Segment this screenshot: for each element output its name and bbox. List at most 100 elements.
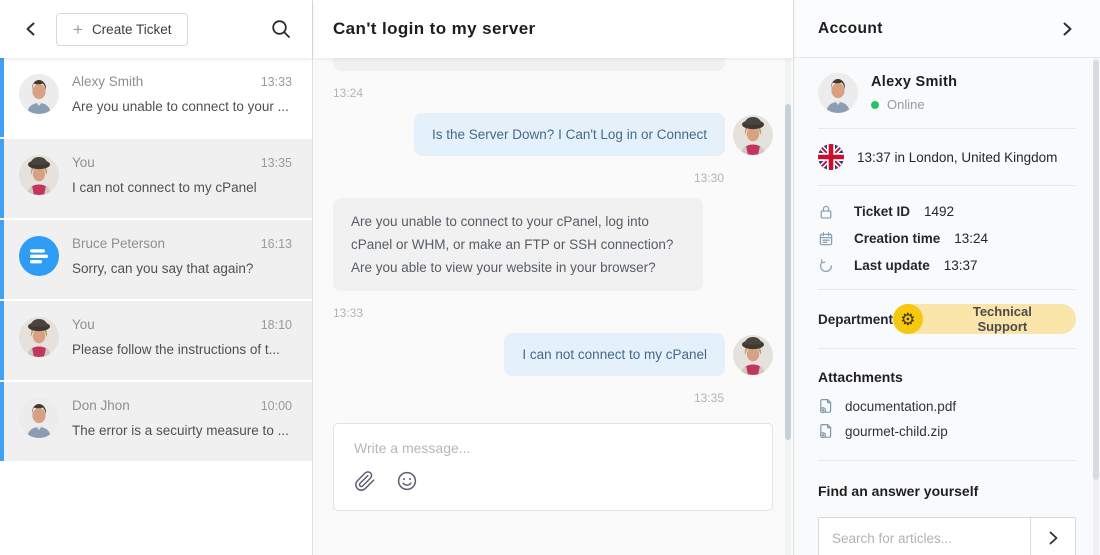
ticket-item[interactable]: You 13:35 I can not connect to my cPanel xyxy=(0,139,312,218)
avatar-woman xyxy=(733,335,773,375)
message-row: I can not connect to my cPanel xyxy=(333,333,773,376)
department-value: Technical Support xyxy=(947,304,1058,334)
article-search-box xyxy=(818,517,1076,555)
ticket-item[interactable]: You 18:10 Please follow the instructions … xyxy=(0,301,312,380)
chat-scrollbar xyxy=(785,58,791,555)
avatar-man xyxy=(818,73,858,113)
message-time: 13:33 xyxy=(333,306,773,320)
department-label: Department xyxy=(818,312,893,327)
ticket-time: 13:35 xyxy=(261,156,292,170)
message-input[interactable] xyxy=(354,440,752,456)
last-update-row: Last update 13:37 xyxy=(818,252,1076,279)
message-time: 13:24 xyxy=(333,86,773,100)
creation-time-row: Creation time 13:24 xyxy=(818,225,1076,252)
ticket-preview: Sorry, can you say that again? xyxy=(72,261,292,276)
search-button[interactable] xyxy=(270,18,292,40)
account-scrollbar xyxy=(1093,58,1099,555)
avatar-woman xyxy=(19,155,59,195)
chevron-left-icon xyxy=(22,20,40,38)
chat-lines-avatar xyxy=(19,236,59,276)
ticket-item[interactable]: Don Jhon 10:00 The error is a secuirty me… xyxy=(0,382,312,461)
uk-flag-icon xyxy=(818,144,844,170)
chat-title: Can't login to my server xyxy=(333,19,536,39)
attachment-item[interactable]: documentation.pdf xyxy=(818,398,1076,414)
account-header: Account xyxy=(794,0,1100,58)
ticket-list: Alexy Smith 13:33 Are you unable to conne… xyxy=(0,58,312,555)
ticket-list-panel: + Create Ticket Alexy Smith 13:33 Are you… xyxy=(0,0,313,555)
ticket-preview: I can not connect to my cPanel xyxy=(72,180,292,195)
ticket-list-header: + Create Ticket xyxy=(0,0,312,58)
scrolled-message-bubble xyxy=(333,58,725,71)
emoji-button[interactable] xyxy=(396,470,418,492)
file-download-icon xyxy=(818,423,834,439)
ticket-time: 13:33 xyxy=(261,75,292,89)
message-time: 13:35 xyxy=(333,391,724,405)
plus-icon: + xyxy=(73,21,83,38)
chevron-right-icon xyxy=(1044,529,1062,547)
customer-name: Alexy Smith xyxy=(871,74,957,90)
avatar-woman xyxy=(19,317,59,357)
ticket-preview: Please follow the instructions of t... xyxy=(72,342,292,357)
attachments-title: Attachments xyxy=(818,369,1076,385)
message-composer xyxy=(333,423,773,511)
knowledge-base-section: Find an answer yourself xyxy=(818,461,1076,555)
article-search-submit-button[interactable] xyxy=(1030,518,1075,555)
ticket-item[interactable]: Bruce Peterson 16:13 Sorry, can you say t… xyxy=(0,220,312,299)
avatar-woman xyxy=(733,115,773,155)
location-text: 13:37 in London, United Kingdom xyxy=(857,150,1057,165)
account-panel: Account Alexy Smith Online 13:37 in Lond… xyxy=(793,0,1100,555)
search-icon xyxy=(270,18,292,40)
ticket-preview: Are you unable to connect to your ... xyxy=(72,99,292,114)
ticket-sender: You xyxy=(72,317,95,332)
attachments-section: Attachments documentation.pdf gourmet-ch… xyxy=(818,349,1076,460)
ticket-preview: The error is a secuirty measure to ... xyxy=(72,423,292,438)
article-search-input[interactable] xyxy=(819,518,1030,555)
online-status-dot xyxy=(871,101,879,109)
ticket-sender: Don Jhon xyxy=(72,398,130,413)
smiley-icon xyxy=(396,470,418,492)
message-row: Is the Server Down? I Can't Log in or Co… xyxy=(333,113,773,156)
chat-scrollbar-thumb[interactable] xyxy=(785,104,791,440)
chevron-right-icon xyxy=(1058,20,1076,38)
calendar-icon xyxy=(818,231,834,247)
chat-panel: Can't login to my server 13:24 Is the Se… xyxy=(313,0,793,555)
ticket-id-row: Ticket ID 1492 xyxy=(818,198,1076,225)
ticket-sender: You xyxy=(72,155,95,170)
department-row: Department ⚙ Technical Support xyxy=(818,290,1076,348)
online-status-label: Online xyxy=(887,97,925,112)
gear-icon: ⚙ xyxy=(893,304,923,334)
ticket-item[interactable]: Alexy Smith 13:33 Are you unable to conne… xyxy=(0,58,312,137)
customer-profile: Alexy Smith Online xyxy=(818,58,1076,128)
ticket-time: 10:00 xyxy=(261,399,292,413)
outgoing-message-bubble: Is the Server Down? I Can't Log in or Co… xyxy=(414,113,725,156)
account-scrollbar-thumb[interactable] xyxy=(1093,60,1099,480)
back-button[interactable] xyxy=(22,20,40,38)
attach-file-button[interactable] xyxy=(354,470,376,492)
attachment-item[interactable]: gourmet-child.zip xyxy=(818,423,1076,439)
account-title: Account xyxy=(818,20,883,38)
avatar-man xyxy=(19,74,59,114)
message-row: Are you unable to connect to your cPanel… xyxy=(333,198,773,291)
find-answer-title: Find an answer yourself xyxy=(818,483,1076,499)
paperclip-icon xyxy=(354,470,376,492)
outgoing-message-bubble: I can not connect to my cPanel xyxy=(504,333,725,376)
create-ticket-label: Create Ticket xyxy=(92,22,172,37)
message-time: 13:30 xyxy=(333,171,724,185)
lock-icon xyxy=(818,204,834,220)
ticket-time: 18:10 xyxy=(261,318,292,332)
ticket-sender: Alexy Smith xyxy=(72,74,143,89)
customer-location: 13:37 in London, United Kingdom xyxy=(818,129,1076,185)
avatar-man xyxy=(19,398,59,438)
collapse-panel-button[interactable] xyxy=(1058,20,1076,38)
create-ticket-button[interactable]: + Create Ticket xyxy=(56,13,188,46)
helpdesk-app: + Create Ticket Alexy Smith 13:33 Are you… xyxy=(0,0,1100,555)
chat-messages: 13:24 Is the Server Down? I Can't Log in… xyxy=(313,58,793,555)
ticket-meta: Ticket ID 1492 Creation time 13:24 Last … xyxy=(818,186,1076,289)
refresh-icon xyxy=(818,258,834,274)
chat-header: Can't login to my server xyxy=(313,0,793,58)
ticket-sender: Bruce Peterson xyxy=(72,236,165,251)
file-download-icon xyxy=(818,398,834,414)
ticket-time: 16:13 xyxy=(261,237,292,251)
incoming-message-bubble: Are you unable to connect to your cPanel… xyxy=(333,198,703,291)
department-tag[interactable]: ⚙ Technical Support xyxy=(893,304,1076,334)
